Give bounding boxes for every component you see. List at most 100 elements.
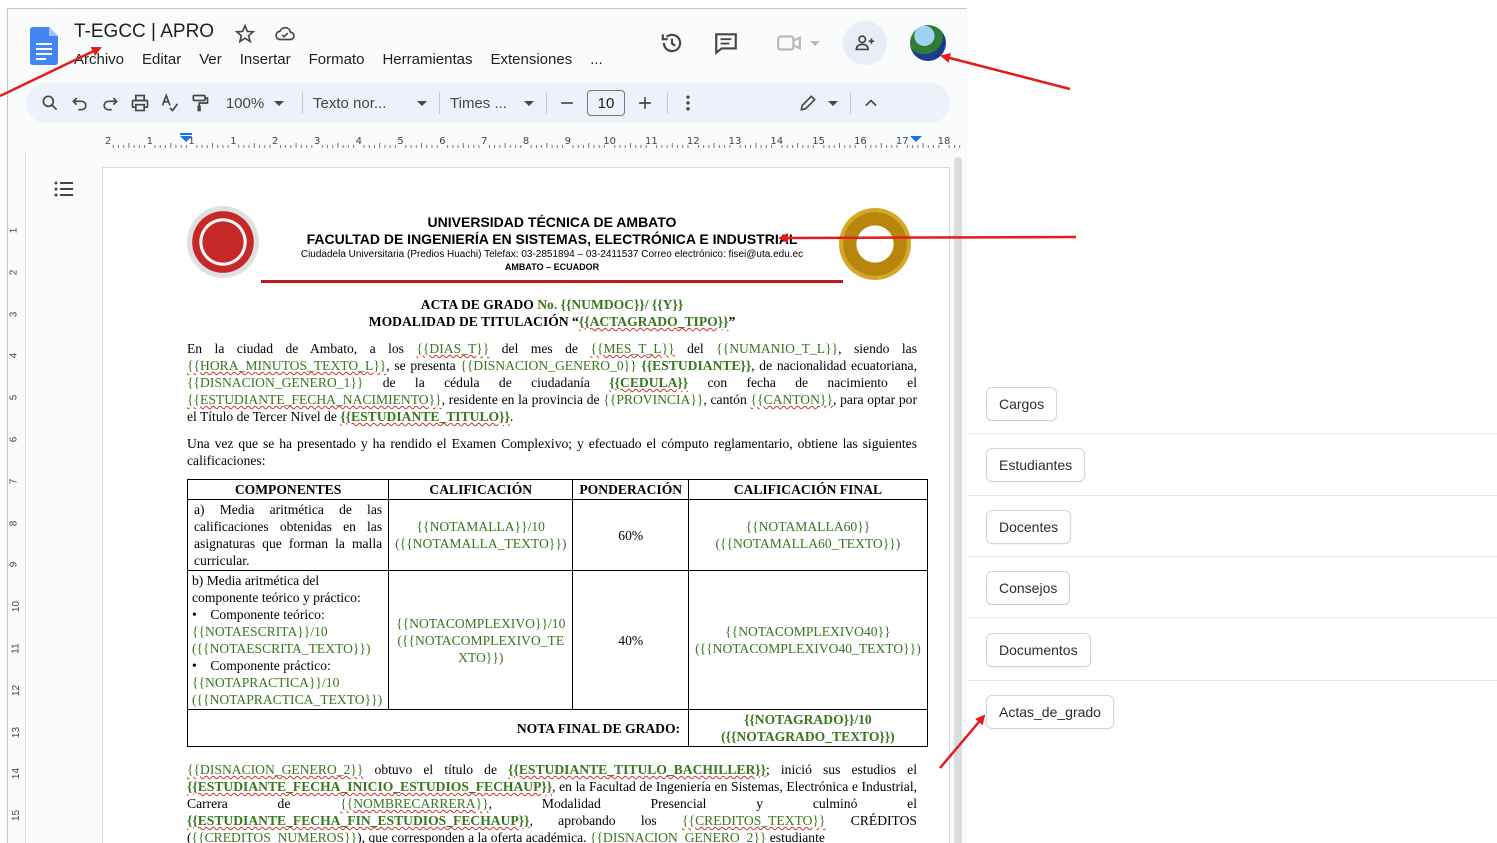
document-outline-icon[interactable] — [52, 177, 76, 201]
pencil-icon — [800, 95, 816, 111]
letterhead-faculty: FACULTAD DE INGENIERÍA EN SISTEMAS, ELEC… — [306, 231, 798, 247]
add-person-icon — [855, 35, 875, 51]
university-seal-logo — [187, 206, 259, 278]
actas-de-grado-button[interactable]: Actas_de_grado — [986, 695, 1114, 729]
menu-ver[interactable]: Ver — [199, 51, 222, 68]
meet-button[interactable] — [770, 23, 826, 63]
paragraph-intro: En la ciudad de Ambato, a los {{DIAS_T}}… — [187, 341, 918, 424]
more-options-button[interactable] — [678, 89, 698, 117]
zoom-dropdown-icon — [274, 100, 285, 106]
table-cell: {{NOTAMALLA60}} ({{NOTAMALLA60_TEXTO}}) — [688, 499, 928, 571]
menu-more[interactable]: ... — [590, 51, 603, 68]
table-cell: a) Media aritmética de las calificacione… — [186, 499, 390, 571]
horizontal-ruler[interactable]: 2 1 1 1 2 3 4 5 6 7 8 9 10 11 12 13 14 15 16 17 18 — [96, 133, 962, 151]
account-avatar[interactable] — [908, 23, 948, 63]
table-cell: 40% — [572, 570, 690, 710]
zoom-value: 100% — [225, 94, 265, 112]
menu-editar[interactable]: Editar — [142, 51, 181, 68]
documentos-button[interactable]: Documentos — [986, 633, 1091, 667]
table-cell: {{NOTACOMPLEXIVO}}/10 ({{NOTACOMPLEXIVO_… — [388, 570, 574, 710]
font-family-select[interactable]: Times ... — [450, 89, 534, 117]
undo-button[interactable] — [70, 89, 90, 117]
ruler-tick-label: 6 — [8, 436, 20, 443]
document-page[interactable]: UNIVERSIDAD TÉCNICA DE AMBATO FACULTAD D… — [102, 167, 950, 843]
cargos-button[interactable]: Cargos — [986, 387, 1058, 421]
ruler-tick-label: 4 — [356, 136, 362, 147]
style-dropdown-icon — [417, 100, 427, 106]
google-docs-logo-icon[interactable] — [30, 27, 58, 65]
more-vert-icon — [686, 95, 690, 111]
redo-icon — [103, 97, 118, 111]
video-camera-icon — [777, 35, 801, 51]
document-scrollbar[interactable] — [954, 157, 962, 843]
spellcheck-button[interactable] — [160, 89, 180, 117]
ruler-tick-label: 15 — [812, 136, 825, 147]
panel-divider — [968, 680, 1497, 681]
right-indent-marker[interactable] — [910, 136, 922, 142]
table-cell: {{NOTAMALLA}}/10 ({{NOTAMALLA_TEXTO}}) — [388, 499, 574, 571]
comments-button[interactable] — [708, 23, 744, 63]
ruler-tick-label: 2 — [8, 269, 20, 276]
decrease-font-size-button[interactable] — [557, 89, 577, 117]
increase-font-size-button[interactable] — [635, 89, 655, 117]
letterhead: UNIVERSIDAD TÉCNICA DE AMBATO FACULTAD D… — [183, 206, 923, 286]
menu-formato[interactable]: Formato — [309, 51, 365, 68]
toolbar-divider — [850, 92, 851, 114]
formatting-toolbar: 100% Texto nor... Times ... 10 — [26, 83, 950, 123]
paragraph-calificaciones: Una vez que se ha presentado y ha rendid… — [187, 436, 917, 468]
font-family-value: Times ... — [450, 94, 507, 112]
menu-insertar[interactable]: Insertar — [240, 51, 291, 68]
editing-mode-button[interactable] — [798, 89, 838, 117]
menu-bar: Archivo Editar Ver Insertar Formato Herr… — [74, 51, 621, 68]
document-body: ACTA DE GRADO No. {{NUMDOC}}/ {{Y}} MODA… — [186, 296, 928, 843]
ruler-tick-label: 12 — [11, 684, 23, 696]
paragraph-style-select[interactable]: Texto nor... — [313, 89, 427, 117]
ruler-tick-label: 6 — [439, 136, 445, 147]
cell-text: {{NOTAPRACTICA}}/10 ({{NOTAPRACTICA_TEXT… — [192, 675, 383, 707]
table-header-row: COMPONENTES CALIFICACIÓN PONDERACIÓN CAL… — [186, 479, 928, 500]
estudiantes-button[interactable]: Estudiantes — [986, 448, 1086, 482]
ruler-tick-label: 9 — [565, 136, 571, 147]
column-header: PONDERACIÓN — [572, 479, 690, 500]
table-cell: b) Media aritmética del componente teóri… — [186, 570, 390, 710]
toolbar-divider — [667, 92, 668, 114]
ruler-tick-label: 18 — [938, 136, 951, 147]
search-menus-button[interactable] — [40, 89, 60, 117]
star-icon[interactable] — [234, 23, 256, 45]
ruler-tick-label: 14 — [770, 136, 783, 147]
consejos-button[interactable]: Consejos — [986, 571, 1071, 605]
editing-dropdown-icon — [828, 100, 838, 106]
docentes-button[interactable]: Docentes — [986, 510, 1072, 544]
modalidad-title: MODALIDAD DE TITULACIÓN “{{ACTAGRADO_TIP… — [368, 314, 736, 329]
panel-divider — [968, 617, 1497, 618]
zoom-select[interactable]: 100% — [220, 89, 290, 117]
first-line-indent-marker[interactable] — [180, 133, 192, 135]
document-title[interactable]: T-EGCC | APRO — [74, 21, 214, 43]
letterhead-address: Ciudadela Universitaria (Predios Huachi)… — [300, 249, 804, 260]
menu-extensiones[interactable]: Extensiones — [490, 51, 572, 68]
print-icon — [131, 94, 149, 112]
meet-dropdown-icon — [810, 40, 820, 46]
version-history-button[interactable] — [654, 23, 690, 63]
chevron-up-icon — [865, 99, 877, 107]
minus-icon — [561, 102, 573, 104]
paint-format-button[interactable] — [190, 89, 210, 117]
panel-divider — [968, 433, 1497, 434]
panel-divider — [968, 495, 1497, 496]
font-dropdown-icon — [524, 100, 534, 106]
toolbar-divider — [302, 92, 303, 114]
redo-button[interactable] — [100, 89, 120, 117]
menu-archivo[interactable]: Archivo — [74, 51, 124, 68]
print-button[interactable] — [130, 89, 150, 117]
grades-table: COMPONENTES CALIFICACIÓN PONDERACIÓN CAL… — [186, 479, 928, 747]
table-cell: {{NOTACOMPLEXIVO40}} ({{NOTACOMPLEXIVO40… — [688, 570, 928, 710]
share-button[interactable] — [842, 21, 888, 65]
hide-menus-button[interactable] — [861, 89, 881, 117]
ruler-tick-label: 7 — [481, 136, 487, 147]
comment-icon — [715, 33, 737, 56]
font-size-input[interactable]: 10 — [587, 90, 625, 116]
menu-herramientas[interactable]: Herramientas — [382, 51, 472, 68]
vertical-ruler[interactable]: 1 2 3 4 5 6 7 8 9 10 11 12 13 14 15 — [8, 151, 26, 843]
ruler-tick-label: 3 — [8, 311, 20, 317]
cloud-saved-icon[interactable] — [274, 23, 296, 45]
